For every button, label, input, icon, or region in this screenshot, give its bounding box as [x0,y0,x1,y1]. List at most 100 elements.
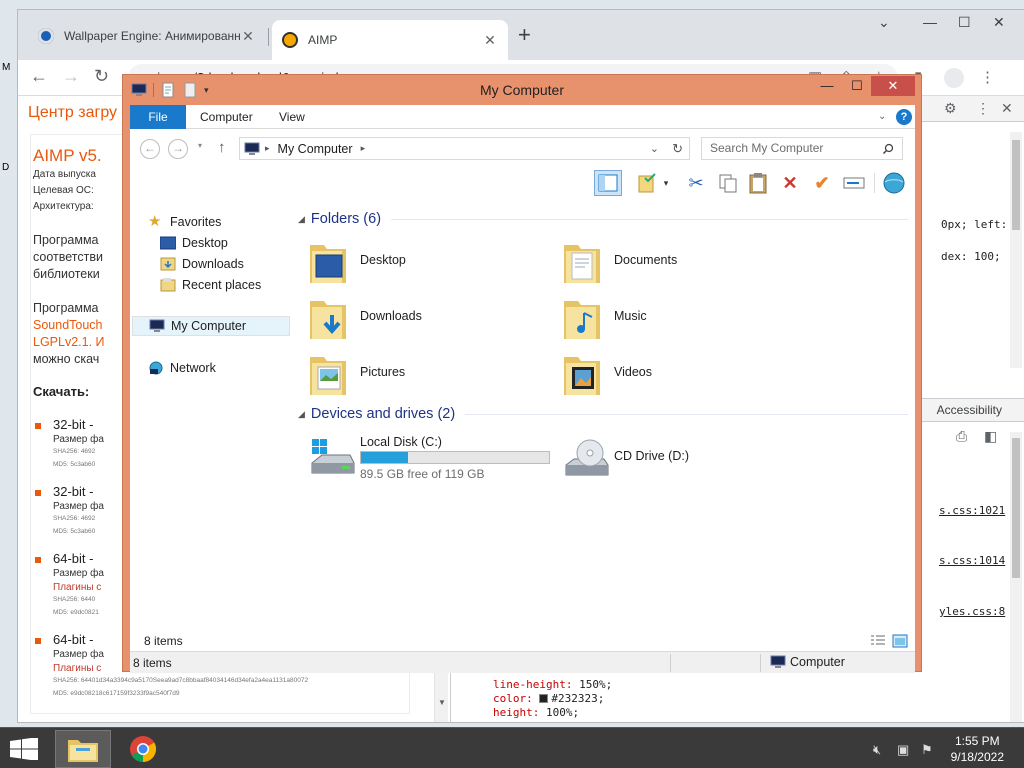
nav-network[interactable]: Network [148,358,306,378]
devices-group-header[interactable]: ◢ Devices and drives (2) [298,406,908,422]
network-icon[interactable]: ▣ [897,742,909,758]
print-icon[interactable]: ⎙ [956,428,967,445]
search-input[interactable]: Search My Computer [701,137,903,160]
help-icon[interactable]: ? [896,109,912,125]
cmd-separator [874,173,875,193]
recent-locations-icon[interactable]: ▾ [198,141,202,150]
status-divider [670,654,671,672]
cut-icon[interactable]: ✂ [682,170,710,196]
breadcrumb-arrow-icon[interactable]: ▸ [361,143,366,154]
tab-view[interactable]: View [279,105,305,129]
drive-local-disk-c[interactable]: Local Disk (C:) 89.5 GB free of 119 GB [308,433,558,487]
back-icon[interactable]: ← [140,139,160,159]
tab-close-icon[interactable]: ✕ [240,28,256,45]
folder-desktop[interactable]: Desktop [308,239,538,289]
pictures-folder-icon [310,357,346,395]
minimize-icon[interactable]: — [923,14,937,30]
back-icon[interactable]: ← [30,66,48,87]
dropdown-arrow-icon[interactable]: ▾ [660,170,672,196]
nav-my-computer[interactable]: My Computer [132,316,290,336]
new-tab-button[interactable]: + [518,22,531,48]
taskbar-file-explorer[interactable] [55,730,111,768]
downloads-folder-icon [160,257,176,271]
status-zone: Computer [770,655,845,669]
desktop-fragment: D [2,162,10,173]
large-icons-view-icon[interactable] [892,634,908,648]
close-devtools-icon[interactable]: ✕ [1001,100,1013,117]
folder-downloads[interactable]: Downloads [308,295,538,345]
breadcrumb-arrow-icon[interactable]: ▸ [265,143,270,154]
taskbar-clock[interactable]: 1:55 PM 9/18/2022 [951,733,1004,765]
maximize-icon[interactable]: ☐ [843,76,871,96]
folders-group-header[interactable]: ◢ Folders (6) [298,211,908,227]
address-bar[interactable]: ▸ My Computer ▸ ⌄ ↻ [239,137,690,160]
collapse-icon[interactable]: ◢ [298,214,305,225]
license-link[interactable]: LGPLv2.1. И [33,335,105,349]
chevron-down-icon[interactable]: ⌄ [878,14,890,31]
rename-button[interactable] [840,170,868,196]
color-swatch[interactable] [539,694,549,703]
paste-button[interactable] [744,170,772,196]
collapse-icon[interactable]: ◢ [298,409,305,420]
forward-icon[interactable]: → [168,139,188,159]
tab-wallpaper-engine[interactable]: Wallpaper Engine: Анимированн ✕ [28,20,266,52]
up-icon[interactable]: ↑ [218,139,226,156]
ribbon-expand-icon[interactable]: ⌄ [878,105,886,129]
search-icon[interactable] [882,143,894,155]
css-source-link[interactable]: yles.css:8 [939,605,1005,618]
scroll-thumb[interactable] [1012,438,1020,578]
address-row: ← → ▾ ↑ ▸ My Computer ▸ ⌄ ↻ Search My Co… [130,129,915,165]
close-icon[interactable]: ✕ [993,14,1005,31]
delete-icon[interactable]: ✕ [776,170,804,196]
explorer-titlebar[interactable]: ▾ My Computer — ☐ ✕ [123,75,921,105]
devtools-scrollbar[interactable] [1010,132,1022,368]
properties-button[interactable] [634,170,662,196]
scroll-down-icon[interactable]: ▼ [438,698,446,707]
css-source-link[interactable]: s.css:1014 [939,554,1005,567]
folder-pictures[interactable]: Pictures [308,351,538,401]
maximize-icon[interactable]: ☐ [958,14,971,31]
action-center-icon[interactable]: ⚑ [921,742,933,758]
reload-icon[interactable]: ↻ [94,66,109,87]
windows-start-icon[interactable] [10,738,38,760]
forward-icon[interactable]: → [62,66,80,87]
tab-file[interactable]: File [130,105,186,129]
folder-videos[interactable]: Videos [562,351,792,401]
close-icon[interactable]: ✕ [871,76,915,96]
breadcrumb[interactable]: My Computer [278,142,353,156]
checkmark-icon[interactable]: ✔ [808,170,836,196]
toggle-sidebar-icon[interactable]: ◧ [984,428,997,445]
tab-close-icon[interactable]: ✕ [482,32,498,49]
gear-icon[interactable]: ⚙ [944,100,957,117]
tab-aimp[interactable]: AIMP ✕ [272,20,508,60]
properties-checklist-icon [638,173,656,193]
volume-muted-icon[interactable]: 🔇︎ [873,742,881,758]
command-bar: ▾ ✂ ✕ ✔ [130,165,915,199]
star-icon: ★ [148,213,162,230]
minimize-icon[interactable]: — [813,76,841,96]
file-explorer-icon [68,740,98,762]
copy-icon [719,174,737,193]
tab-accessibility[interactable]: Accessibility [937,403,1002,417]
drive-cd-d[interactable]: CD Drive (D:) [562,433,762,487]
globe-button[interactable] [880,170,908,196]
nav-favorites[interactable]: ★ Favorites [148,212,306,232]
copy-button[interactable] [714,170,742,196]
menu-kebab-icon[interactable]: ⋮ [980,68,995,86]
taskbar-chrome[interactable] [115,730,171,768]
preview-pane-button[interactable] [594,170,622,196]
description-paragraph-2: Программа SoundTouch LGPLv2.1. И можно с… [33,301,105,366]
refresh-icon[interactable]: ↻ [672,141,683,157]
scroll-thumb[interactable] [1012,140,1020,230]
folder-documents[interactable]: Documents [562,239,792,289]
address-dropdown-icon[interactable]: ⌄ [650,142,659,155]
meta-release-date: Дата выпуска [33,169,96,180]
more-icon[interactable]: ⋮ [976,100,990,117]
tab-computer[interactable]: Computer [200,105,253,129]
details-view-icon[interactable] [870,634,886,648]
folder-music[interactable]: Music [562,295,792,345]
soundtouch-link[interactable]: SoundTouch [33,317,105,334]
css-source-link[interactable]: s.css:1021 [939,504,1005,517]
devtools-scrollbar-lower[interactable] [1010,432,1022,722]
profile-avatar-icon[interactable] [944,68,964,88]
